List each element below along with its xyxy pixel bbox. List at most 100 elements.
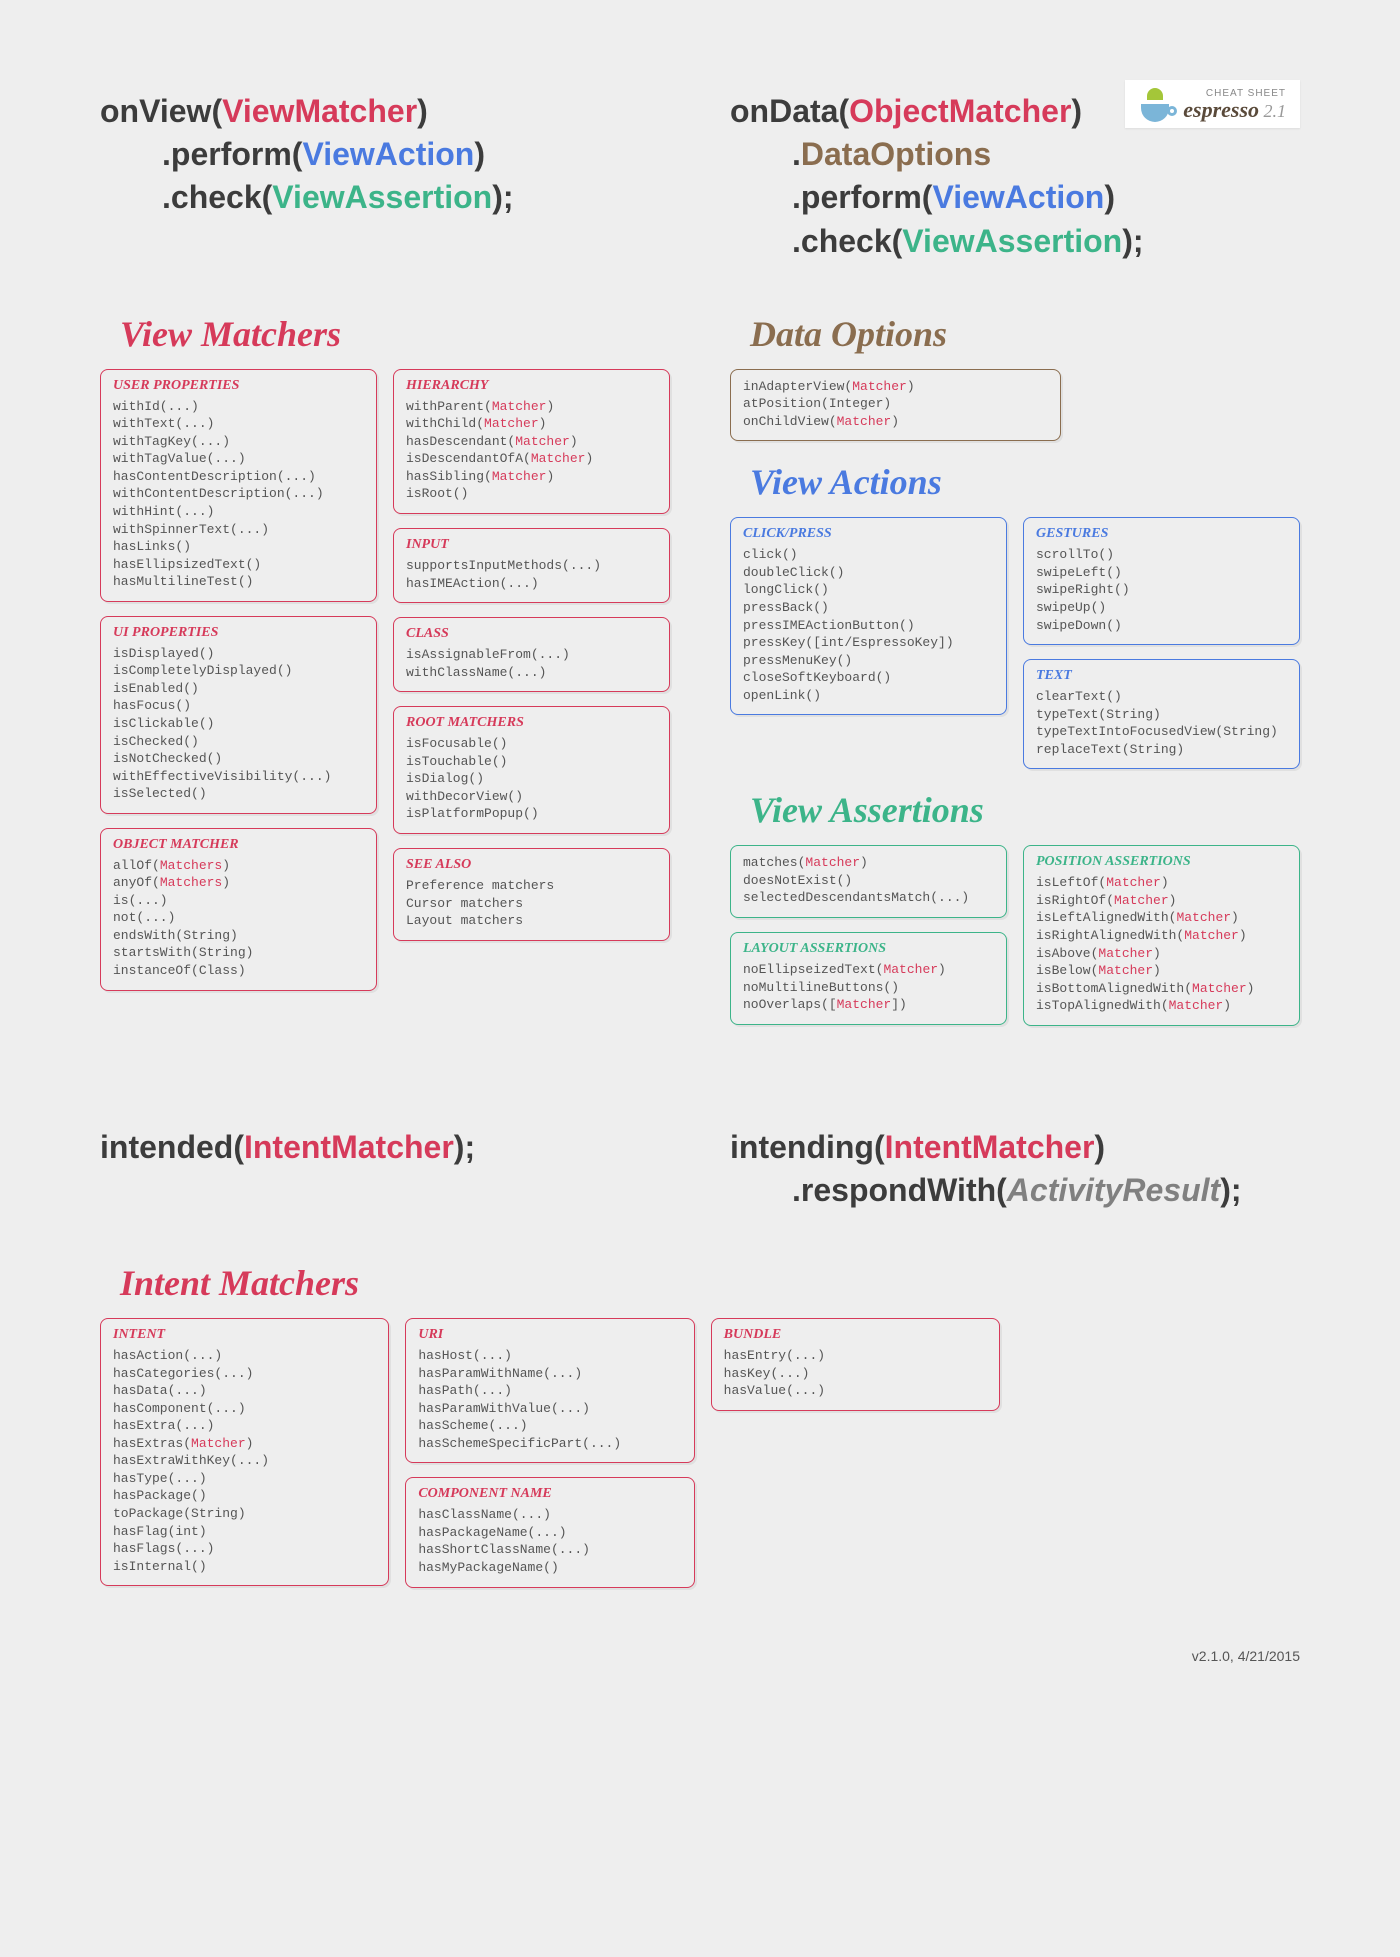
box-position-assertions: POSITION ASSERTIONS isLeftOf(Matcher)isR… [1023, 845, 1300, 1025]
code-item: hasHost(...) [418, 1347, 681, 1365]
code-item: hasFlags(...) [113, 1540, 376, 1558]
view-actions-heading: View Actions [750, 461, 1300, 503]
code-item: hasEllipsizedText() [113, 556, 364, 574]
code-item: matches(Matcher) [743, 854, 994, 872]
code-item: swipeRight() [1036, 581, 1287, 599]
code-item: withEffectiveVisibility(...) [113, 768, 364, 786]
espresso-cup-icon [1139, 88, 1173, 122]
code-item: isRightAlignedWith(Matcher) [1036, 927, 1287, 945]
intending-signature: intending(IntentMatcher) .respondWith(Ac… [730, 1126, 1300, 1212]
code-item: hasScheme(...) [418, 1417, 681, 1435]
code-item: hasShortClassName(...) [418, 1541, 681, 1559]
code-item: hasIMEAction(...) [406, 575, 657, 593]
code-item: hasExtras(Matcher) [113, 1435, 376, 1453]
code-item: hasSibling(Matcher) [406, 468, 657, 486]
code-item: replaceText(String) [1036, 741, 1287, 759]
code-item: pressMenuKey() [743, 652, 994, 670]
code-item: Layout matchers [406, 912, 657, 930]
data-options-heading: Data Options [750, 313, 1300, 355]
code-item: not(...) [113, 909, 364, 927]
code-item: hasContentDescription(...) [113, 468, 364, 486]
code-item: hasKey(...) [724, 1365, 987, 1383]
code-item: openLink() [743, 687, 994, 705]
code-item: isRoot() [406, 485, 657, 503]
code-item: noOverlaps([Matcher]) [743, 996, 994, 1014]
code-item: hasMultilineTest() [113, 573, 364, 591]
code-item: swipeDown() [1036, 617, 1287, 635]
code-item: withId(...) [113, 398, 364, 416]
code-item: onChildView(Matcher) [743, 413, 1048, 431]
code-item: endsWith(String) [113, 927, 364, 945]
code-item: isRightOf(Matcher) [1036, 892, 1287, 910]
intended-signature: intended(IntentMatcher); [100, 1126, 670, 1169]
logo-badge: CHEAT SHEET espresso 2.1 [1125, 80, 1300, 128]
code-item: hasExtraWithKey(...) [113, 1452, 376, 1470]
code-item: hasParamWithValue(...) [418, 1400, 681, 1418]
box-text-actions: TEXT clearText()typeText(String)typeText… [1023, 659, 1300, 769]
box-uri: URI hasHost(...)hasParamWithName(...)has… [405, 1318, 694, 1463]
code-item: hasPackageName(...) [418, 1524, 681, 1542]
code-item: isEnabled() [113, 680, 364, 698]
code-item: startsWith(String) [113, 944, 364, 962]
code-item: allOf(Matchers) [113, 857, 364, 875]
code-item: Preference matchers [406, 877, 657, 895]
code-item: hasComponent(...) [113, 1400, 376, 1418]
code-item: isDisplayed() [113, 645, 364, 663]
box-see-also: SEE ALSO Preference matchersCursor match… [393, 848, 670, 941]
box-root-matchers: ROOT MATCHERS isFocusable()isTouchable()… [393, 706, 670, 834]
box-ui-properties: UI PROPERTIES isDisplayed()isCompletelyD… [100, 616, 377, 814]
box-click-press: CLICK/PRESS click()doubleClick()longClic… [730, 517, 1007, 715]
code-item: hasSchemeSpecificPart(...) [418, 1435, 681, 1453]
code-item: isAbove(Matcher) [1036, 945, 1287, 963]
code-item: hasExtra(...) [113, 1417, 376, 1435]
code-item: hasType(...) [113, 1470, 376, 1488]
view-assertions-heading: View Assertions [750, 789, 1300, 831]
box-component-name: COMPONENT NAME hasClassName(...)hasPacka… [405, 1477, 694, 1587]
code-item: withParent(Matcher) [406, 398, 657, 416]
code-item: hasPath(...) [418, 1382, 681, 1400]
code-item: doubleClick() [743, 564, 994, 582]
code-item: swipeLeft() [1036, 564, 1287, 582]
code-item: isAssignableFrom(...) [406, 646, 657, 664]
code-item: noEllipseizedText(Matcher) [743, 961, 994, 979]
code-item: scrollTo() [1036, 546, 1287, 564]
code-item: noMultilineButtons() [743, 979, 994, 997]
code-item: withSpinnerText(...) [113, 521, 364, 539]
box-data-options: inAdapterView(Matcher)atPosition(Integer… [730, 369, 1061, 442]
code-item: hasFlag(int) [113, 1523, 376, 1541]
code-item: isPlatformPopup() [406, 805, 657, 823]
code-item: isTouchable() [406, 753, 657, 771]
code-item: withTagValue(...) [113, 450, 364, 468]
code-item: longClick() [743, 581, 994, 599]
code-item: isLeftAlignedWith(Matcher) [1036, 909, 1287, 927]
code-item: Cursor matchers [406, 895, 657, 913]
code-item: hasLinks() [113, 538, 364, 556]
code-item: click() [743, 546, 994, 564]
code-item: is(...) [113, 892, 364, 910]
box-intent: INTENT hasAction(...)hasCategories(...)h… [100, 1318, 389, 1586]
code-item: isBelow(Matcher) [1036, 962, 1287, 980]
code-item: isNotChecked() [113, 750, 364, 768]
code-item: isClickable() [113, 715, 364, 733]
code-item: atPosition(Integer) [743, 395, 1048, 413]
box-bundle: BUNDLE hasEntry(...)hasKey(...)hasValue(… [711, 1318, 1000, 1411]
box-assertions-main: matches(Matcher)doesNotExist()selectedDe… [730, 845, 1007, 918]
intent-matchers-heading: Intent Matchers [120, 1262, 1300, 1304]
code-item: isChecked() [113, 733, 364, 751]
code-item: typeText(String) [1036, 706, 1287, 724]
box-object-matcher: OBJECT MATCHER allOf(Matchers)anyOf(Matc… [100, 828, 377, 991]
code-item: isDialog() [406, 770, 657, 788]
code-item: hasDescendant(Matcher) [406, 433, 657, 451]
footer-version: v2.1.0, 4/21/2015 [100, 1648, 1300, 1664]
code-item: isDescendantOfA(Matcher) [406, 450, 657, 468]
code-item: doesNotExist() [743, 872, 994, 890]
code-item: hasData(...) [113, 1382, 376, 1400]
code-item: clearText() [1036, 688, 1287, 706]
onview-signature: onView(ViewMatcher) .perform(ViewAction)… [100, 90, 670, 220]
code-item: pressBack() [743, 599, 994, 617]
code-item: swipeUp() [1036, 599, 1287, 617]
logo-name: espresso [1183, 97, 1259, 122]
code-item: hasCategories(...) [113, 1365, 376, 1383]
code-item: pressIMEActionButton() [743, 617, 994, 635]
code-item: hasEntry(...) [724, 1347, 987, 1365]
